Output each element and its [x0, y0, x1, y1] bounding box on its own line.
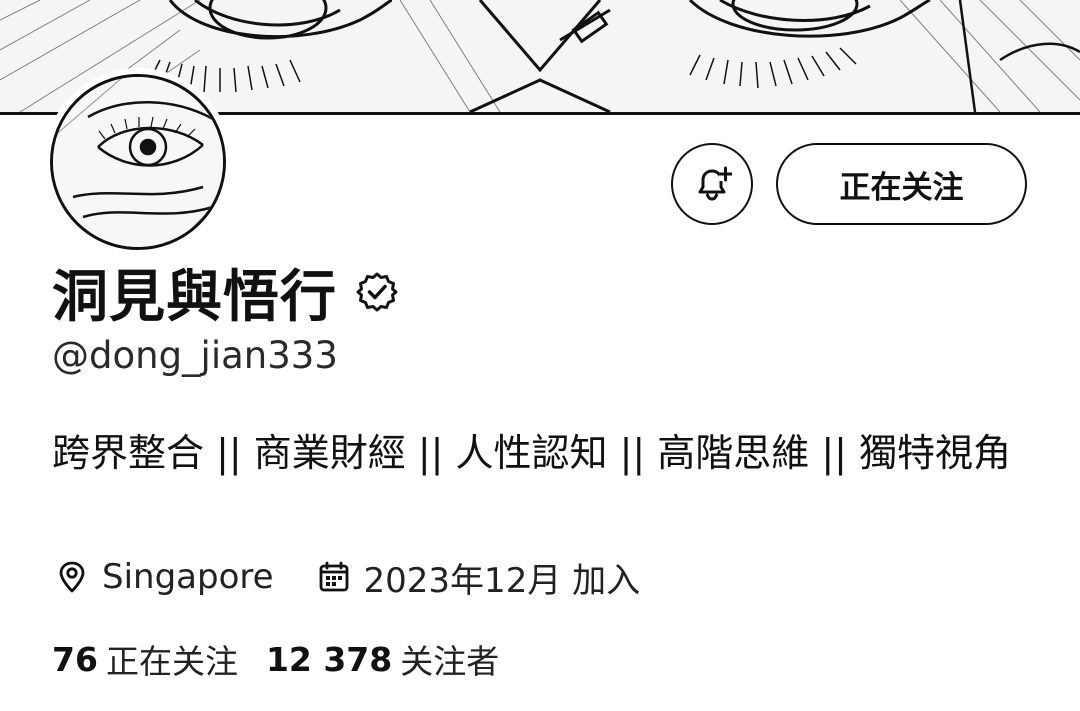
profile-name-row: 洞見與悟行	[52, 252, 399, 332]
bell-plus-icon	[698, 166, 732, 201]
following-stat-link[interactable]: 76 正在关注	[52, 635, 238, 683]
profile-bio: 跨界整合 || 商業財經 || 人性認知 || 高階思維 || 獨特視角	[52, 431, 1012, 475]
followers-stat-link[interactable]: 12 378 关注者	[266, 635, 499, 683]
profile-join-date: 2023年12月 加入	[314, 553, 641, 602]
following-count: 76	[52, 639, 98, 679]
followers-count: 12 378	[265, 639, 393, 679]
profile-handle: @dong_jian333	[52, 334, 338, 377]
following-button[interactable]: 正在关注	[776, 143, 1027, 225]
following-label: 正在关注	[105, 642, 238, 681]
avatar-image	[50, 74, 226, 250]
map-pin-icon	[52, 557, 92, 597]
followers-label: 关注者	[400, 642, 500, 681]
profile-location: Singapore	[52, 557, 274, 597]
profile-page: 正在关注 洞見與悟行 @dong_jian333 跨界整合 || 商業財經 ||…	[0, 0, 1080, 711]
verified-badge-icon[interactable]	[355, 270, 399, 314]
profile-display-name: 洞見與悟行	[52, 264, 337, 330]
calendar-icon	[314, 557, 354, 597]
following-button-label: 正在关注	[839, 169, 964, 206]
join-date-text: 2023年12月 加入	[363, 560, 641, 601]
notifications-toggle-button[interactable]	[671, 143, 753, 225]
profile-meta-row: Singapore 2023年12月 加入	[52, 553, 641, 602]
profile-avatar[interactable]	[44, 68, 232, 256]
profile-stats-row: 76 正在关注 12 378 关注者	[52, 636, 499, 682]
location-text: Singapore	[102, 557, 274, 597]
